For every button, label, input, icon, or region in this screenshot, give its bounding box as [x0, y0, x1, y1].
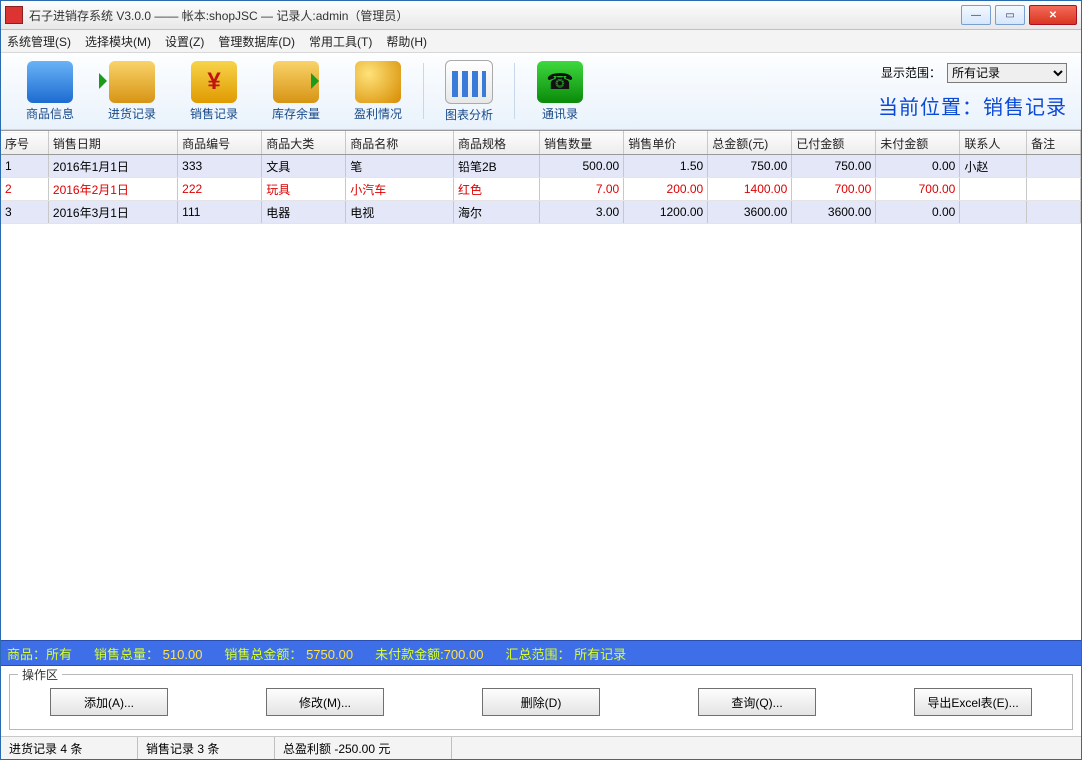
menu-item[interactable]: 系统管理(S) — [7, 33, 71, 50]
col-商品名称[interactable]: 商品名称 — [346, 132, 454, 155]
summary-product: 商品：所有 — [7, 644, 72, 663]
toolbar-label: 盈利情况 — [354, 105, 402, 122]
table-row[interactable]: 12016年1月1日333文具笔铅笔2B500.001.50750.00750.… — [1, 155, 1081, 178]
summary-unpaid: 未付款金额:700.00 — [375, 644, 483, 663]
toolbar-商品信息[interactable]: 商品信息 — [9, 58, 91, 124]
menu-item[interactable]: 帮助(H) — [386, 33, 427, 50]
menu-item[interactable]: 设置(Z) — [165, 33, 204, 50]
col-商品编号[interactable]: 商品编号 — [178, 132, 262, 155]
库存余量-icon — [273, 61, 319, 103]
close-button[interactable]: ✕ — [1029, 5, 1077, 25]
toolbar-label: 商品信息 — [26, 105, 74, 122]
col-总金额(元)[interactable]: 总金额(元) — [708, 132, 792, 155]
toolbar-label: 通讯录 — [542, 105, 578, 122]
销售记录-icon — [191, 61, 237, 103]
toolbar-label: 图表分析 — [445, 106, 493, 123]
col-序号[interactable]: 序号 — [1, 132, 48, 155]
status-cell: 总盈利额 -250.00 元 — [275, 737, 452, 759]
status-bar: 进货记录 4 条销售记录 3 条总盈利额 -250.00 元 — [1, 736, 1081, 759]
toolbar-label: 进货记录 — [108, 105, 156, 122]
button-查询Q[interactable]: 查询(Q)... — [698, 688, 816, 716]
button-导出Excel表E[interactable]: 导出Excel表(E)... — [914, 688, 1032, 716]
col-未付金额[interactable]: 未付金额 — [876, 132, 960, 155]
ops-legend: 操作区 — [18, 666, 62, 683]
盈利情况-icon — [355, 61, 401, 103]
app-icon — [5, 6, 23, 24]
menu-bar: 系统管理(S) 选择模块(M) 设置(Z) 管理数据库(D) 常用工具(T) 帮助(H) — [1, 30, 1081, 53]
summary-range: 汇总范围： 所有记录 — [505, 644, 626, 663]
button-修改M[interactable]: 修改(M)... — [266, 688, 384, 716]
status-cell: 销售记录 3 条 — [138, 737, 275, 759]
menu-item[interactable]: 选择模块(M) — [85, 33, 151, 50]
window-title: 石子进销存系统 V3.0.0 —— 帐本:shopJSC — 记录人:admin… — [29, 7, 961, 24]
toolbar: 商品信息 进货记录 销售记录 库存余量 盈利情况 图表分析 通讯录 显示范围： 所有记录 当… — [1, 53, 1081, 130]
col-商品大类[interactable]: 商品大类 — [262, 132, 346, 155]
toolbar-通讯录[interactable]: 通讯录 — [519, 58, 601, 124]
col-销售数量[interactable]: 销售数量 — [540, 132, 624, 155]
toolbar-销售记录[interactable]: 销售记录 — [173, 58, 255, 124]
menu-item[interactable]: 常用工具(T) — [309, 33, 372, 50]
scope-label: 显示范围： — [881, 64, 941, 81]
app-window: 石子进销存系统 V3.0.0 —— 帐本:shopJSC — 记录人:admin… — [0, 0, 1082, 760]
current-location: 当前位置：销售记录 — [878, 91, 1067, 120]
title-bar: 石子进销存系统 V3.0.0 —— 帐本:shopJSC — 记录人:admin… — [1, 1, 1081, 30]
col-商品规格[interactable]: 商品规格 — [453, 132, 539, 155]
button-添加A[interactable]: 添加(A)... — [50, 688, 168, 716]
table-header-row: 序号销售日期商品编号商品大类商品名称商品规格销售数量销售单价总金额(元)已付金额… — [1, 132, 1081, 155]
ops-area: 操作区 添加(A)... 修改(M)... 删除(D) 查询(Q)... 导出Excel… — [1, 666, 1081, 736]
summary-bar: 商品：所有 销售总量： 510.00 销售总金额： 5750.00 未付款金额:… — [1, 640, 1081, 666]
status-cell: 进货记录 4 条 — [1, 737, 138, 759]
summary-qty: 销售总量： 510.00 — [94, 644, 202, 663]
summary-amount: 销售总金额： 5750.00 — [224, 644, 353, 663]
col-销售日期[interactable]: 销售日期 — [48, 132, 177, 155]
data-grid: 序号销售日期商品编号商品大类商品名称商品规格销售数量销售单价总金额(元)已付金额… — [1, 130, 1081, 640]
menu-item[interactable]: 管理数据库(D) — [218, 33, 295, 50]
toolbar-库存余量[interactable]: 库存余量 — [255, 58, 337, 124]
minimize-button[interactable]: — — [961, 5, 991, 25]
toolbar-进货记录[interactable]: 进货记录 — [91, 58, 173, 124]
col-联系人[interactable]: 联系人 — [960, 132, 1027, 155]
maximize-button[interactable]: ▭ — [995, 5, 1025, 25]
进货记录-icon — [109, 61, 155, 103]
toolbar-label: 销售记录 — [190, 105, 238, 122]
col-销售单价[interactable]: 销售单价 — [624, 132, 708, 155]
table-row[interactable]: 32016年3月1日111电器电视海尔3.001200.003600.00360… — [1, 201, 1081, 224]
scope-select[interactable]: 所有记录 — [947, 63, 1067, 83]
通讯录-icon — [537, 61, 583, 103]
图表分析-icon — [445, 60, 493, 104]
table-row[interactable]: 22016年2月1日222玩具小汽车红色7.00200.001400.00700… — [1, 178, 1081, 201]
toolbar-盈利情况[interactable]: 盈利情况 — [337, 58, 419, 124]
button-删除D[interactable]: 删除(D) — [482, 688, 600, 716]
商品信息-icon — [27, 61, 73, 103]
scope-row: 显示范围： 所有记录 — [881, 63, 1067, 83]
col-已付金额[interactable]: 已付金额 — [792, 132, 876, 155]
toolbar-label: 库存余量 — [272, 105, 320, 122]
col-备注[interactable]: 备注 — [1027, 132, 1081, 155]
toolbar-图表分析[interactable]: 图表分析 — [428, 58, 510, 124]
window-buttons: — ▭ ✕ — [961, 5, 1077, 25]
